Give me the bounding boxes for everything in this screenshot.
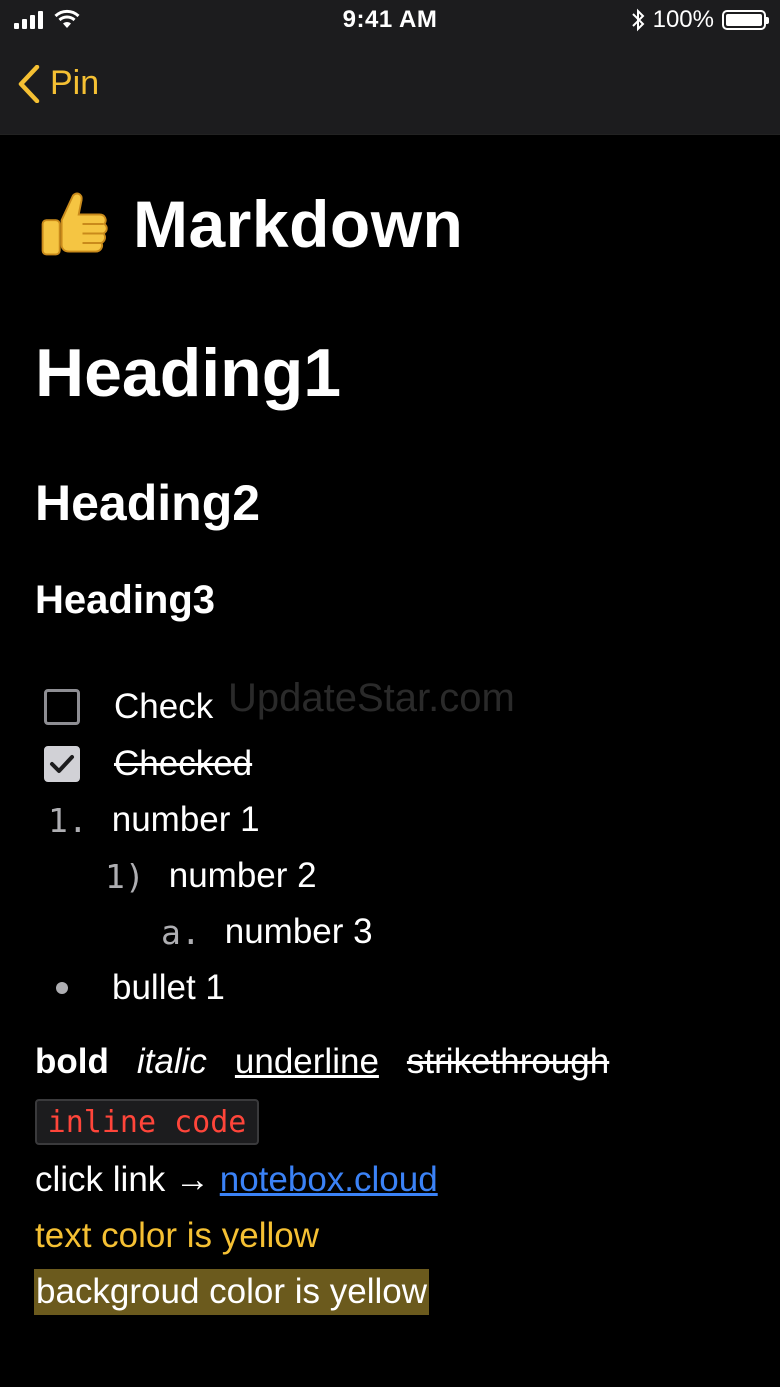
link-prefix: click link → — [35, 1160, 220, 1199]
bold-text: bold — [35, 1042, 109, 1081]
checklist-label-checked: Checked — [114, 744, 253, 783]
yellow-text: text color is yellow — [35, 1216, 319, 1255]
list-item-text: number 2 — [168, 856, 317, 895]
bluetooth-icon — [631, 8, 645, 32]
list-marker: 1) — [105, 856, 145, 896]
bullet-item: bullet 1 — [56, 968, 225, 1008]
list-item-text: number 3 — [224, 912, 373, 951]
list-item-text: number 1 — [111, 800, 260, 839]
numbered-item-3: a. number 3 — [161, 912, 373, 952]
navigation-bar: Pin — [0, 42, 780, 135]
battery-icon — [722, 10, 769, 30]
checkbox-checked[interactable] — [44, 746, 80, 782]
numbered-item-1: 1. number 1 — [48, 800, 260, 840]
yellow-background-text: backgroud color is yellow — [34, 1269, 430, 1315]
chevron-left-icon — [18, 64, 40, 103]
numbered-item-2: 1) number 2 — [105, 856, 317, 896]
status-right: 100% — [631, 6, 769, 34]
underline-text: underline — [234, 1042, 379, 1081]
strikethrough-text: strikethrough — [406, 1042, 610, 1081]
checkmark-icon — [50, 755, 74, 773]
status-bar: 9:41 AM 100% — [0, 0, 780, 42]
inline-code: inline code — [35, 1099, 259, 1145]
battery-fill — [726, 14, 762, 26]
bullet-icon — [56, 982, 68, 994]
heading-1: Heading1 — [35, 335, 342, 411]
note-title-text: Markdown — [133, 187, 464, 261]
bullet-text: bullet 1 — [112, 968, 225, 1007]
notebox-link[interactable]: notebox.cloud — [220, 1160, 438, 1199]
list-marker: 1. — [48, 800, 88, 840]
list-marker: a. — [161, 912, 201, 952]
watermark: UpdateStar.com — [228, 676, 515, 720]
heading-2: Heading2 — [35, 475, 261, 531]
back-button[interactable]: Pin — [18, 64, 99, 103]
italic-text: italic — [136, 1042, 207, 1081]
heading-3: Heading3 — [35, 578, 216, 622]
thumbs-up-icon — [41, 192, 108, 256]
checklist-item-unchecked[interactable]: Check — [44, 687, 213, 727]
battery-percent: 100% — [652, 6, 714, 33]
link-row: click link → notebox.cloud — [35, 1160, 438, 1200]
checklist-item-checked[interactable]: Checked — [44, 744, 252, 784]
formatting-row: bold italic underline strikethrough — [35, 1042, 609, 1082]
note-title: Markdown — [35, 186, 463, 262]
back-label: Pin — [50, 64, 100, 102]
checklist-label: Check — [114, 687, 214, 726]
checkbox-unchecked[interactable] — [44, 689, 80, 725]
